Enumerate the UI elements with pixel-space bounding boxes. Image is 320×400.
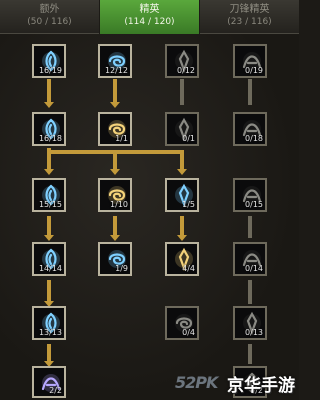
skill-points: 13/13 bbox=[38, 328, 62, 337]
connector-arrow bbox=[44, 169, 54, 175]
connector-arrow bbox=[177, 169, 187, 175]
skill-points: 1/1 bbox=[115, 134, 128, 143]
skill-slot[interactable]: 0/12 bbox=[165, 44, 199, 78]
connector-line bbox=[180, 150, 184, 171]
connector-line bbox=[248, 79, 252, 105]
skill-points: 4/4 bbox=[182, 264, 195, 273]
skill-slot[interactable]: 0/18 bbox=[233, 112, 267, 146]
connector-line bbox=[248, 280, 252, 304]
connector-line bbox=[248, 216, 252, 238]
skill-points: 0/15 bbox=[245, 200, 263, 209]
connector-arrow bbox=[110, 169, 120, 175]
skill-slot[interactable]: 16/19 bbox=[32, 44, 66, 78]
connector-line bbox=[113, 150, 117, 171]
skill-slot[interactable]: 0/15 bbox=[233, 178, 267, 212]
skill-points: 16/19 bbox=[38, 66, 62, 75]
skill-slot[interactable]: 13/13 bbox=[32, 306, 66, 340]
tab-blade-elite-label: 刀锋精英 bbox=[229, 4, 270, 15]
skill-points: 0/4 bbox=[182, 328, 195, 337]
connector-line bbox=[248, 344, 252, 364]
tab-extra-count: (50 / 116) bbox=[27, 17, 72, 27]
skill-category-tabs: 额外 (50 / 116) 精英 (114 / 120) 刀锋精英 (23 / … bbox=[0, 0, 299, 34]
skill-slot[interactable]: 16/18 bbox=[32, 112, 66, 146]
skill-points: 0/19 bbox=[245, 66, 263, 75]
tab-elite-count: (114 / 120) bbox=[124, 17, 175, 27]
tab-blade-elite-count: (23 / 116) bbox=[227, 17, 272, 27]
connector-arrow bbox=[110, 102, 120, 108]
tab-extra[interactable]: 额外 (50 / 116) bbox=[0, 0, 99, 34]
watermark-text: 京华手游 bbox=[227, 376, 295, 396]
skill-slot[interactable]: 14/14 bbox=[32, 242, 66, 276]
tab-elite-label: 精英 bbox=[139, 4, 160, 15]
connector-arrow bbox=[110, 235, 120, 241]
skill-points: 1/10 bbox=[110, 200, 128, 209]
connector-line bbox=[180, 79, 184, 105]
skill-points: 0/1 bbox=[182, 134, 195, 143]
skill-tree-panel: 16/19 12/12 0/12 0/19 16/18 1/1 0/1 0/18… bbox=[0, 34, 299, 400]
skill-slot[interactable]: 0/14 bbox=[233, 242, 267, 276]
tab-extra-label: 额外 bbox=[39, 4, 60, 15]
site-watermark: 52PK 京华手游 bbox=[175, 370, 295, 396]
skill-points: 15/15 bbox=[38, 200, 62, 209]
skill-points: 2/2 bbox=[49, 386, 62, 395]
skill-points: 0/14 bbox=[245, 264, 263, 273]
skill-slot[interactable]: 15/15 bbox=[32, 178, 66, 212]
skill-points: 16/18 bbox=[38, 134, 62, 143]
skill-slot[interactable]: 1/5 bbox=[165, 178, 199, 212]
connector-arrow bbox=[44, 235, 54, 241]
skill-slot[interactable]: 0/19 bbox=[233, 44, 267, 78]
tab-blade-elite[interactable]: 刀锋精英 (23 / 116) bbox=[200, 0, 299, 34]
skill-slot[interactable]: 0/4 bbox=[165, 306, 199, 340]
skill-slot[interactable]: 1/10 bbox=[98, 178, 132, 212]
skill-points: 1/9 bbox=[115, 264, 128, 273]
skill-slot[interactable]: 1/9 bbox=[98, 242, 132, 276]
tab-elite[interactable]: 精英 (114 / 120) bbox=[100, 0, 199, 34]
skill-slot[interactable]: 1/1 bbox=[98, 112, 132, 146]
skill-slot[interactable]: 2/2 bbox=[32, 366, 66, 398]
skill-points: 0/13 bbox=[245, 328, 263, 337]
skill-slot[interactable]: 0/13 bbox=[233, 306, 267, 340]
skill-points: 1/5 bbox=[182, 200, 195, 209]
skill-slot[interactable]: 12/12 bbox=[98, 44, 132, 78]
skill-points: 14/14 bbox=[38, 264, 62, 273]
skill-points: 0/18 bbox=[245, 134, 263, 143]
connector-arrow bbox=[44, 102, 54, 108]
skill-points: 0/12 bbox=[177, 66, 195, 75]
watermark-logo: 52PK bbox=[175, 373, 218, 392]
connector-arrow bbox=[177, 235, 187, 241]
skill-slot[interactable]: 0/1 bbox=[165, 112, 199, 146]
skill-slot[interactable]: 4/4 bbox=[165, 242, 199, 276]
skill-points: 12/12 bbox=[104, 66, 128, 75]
